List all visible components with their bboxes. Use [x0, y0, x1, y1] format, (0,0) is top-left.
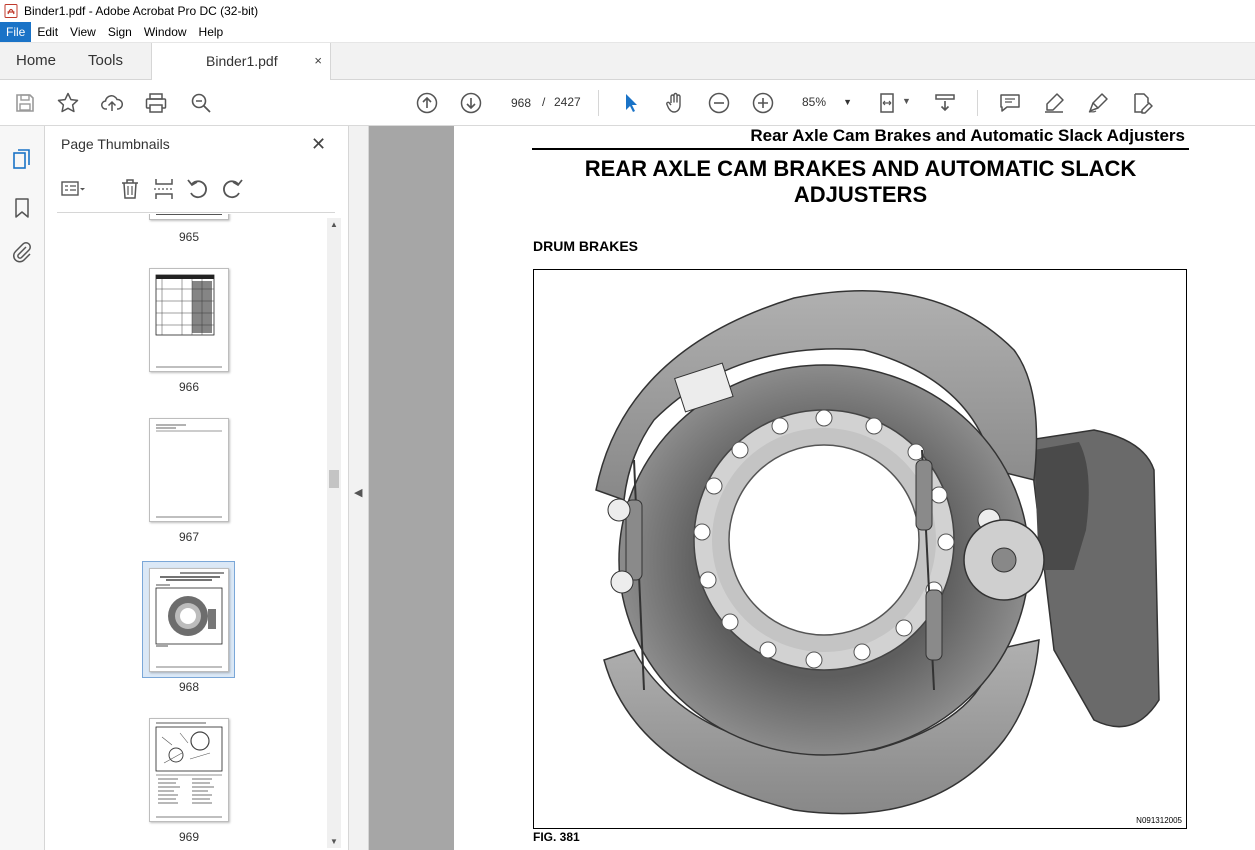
next-page-icon[interactable] [458, 90, 484, 116]
menu-window[interactable]: Window [138, 22, 193, 42]
pdf-page: Rear Axle Cam Brakes and Automatic Slack… [454, 126, 1255, 850]
menu-edit[interactable]: Edit [31, 22, 64, 42]
thumbnail-label: 969 [178, 830, 200, 844]
thumbnail-label: 967 [178, 530, 200, 544]
thumbnail-page[interactable] [149, 268, 229, 372]
bookmark-icon[interactable] [10, 196, 34, 220]
menu-file[interactable]: File [0, 22, 32, 42]
tab-document[interactable]: Binder1.pdf × [151, 43, 331, 80]
document-title: REAR AXLE CAM BRAKES AND AUTOMATIC SLACK… [532, 156, 1189, 208]
zoom-out-icon[interactable] [706, 90, 732, 116]
acrobat-pdf-icon [4, 4, 18, 18]
thumbnail-list: 965 966 967 968 969 [45, 214, 327, 850]
print-icon[interactable] [143, 90, 169, 116]
scroll-up-arrow-icon[interactable]: ▲ [330, 220, 338, 229]
total-pages: 2427 [554, 95, 581, 109]
thumbnail-page[interactable] [149, 418, 229, 522]
thumbnails-panel: Page Thumbnails ✕ 965 966 967 968 969 ▲ … [45, 126, 349, 850]
header-rule [532, 148, 1189, 150]
document-title-line-1: REAR AXLE CAM BRAKES AND AUTOMATIC SLACK [584, 156, 1137, 181]
panel-divider [57, 212, 335, 213]
tab-document-label: Binder1.pdf [206, 53, 278, 69]
toolbar-divider [977, 90, 978, 116]
toolbar-divider [598, 90, 599, 116]
figure-id: N091312005 [1136, 816, 1182, 825]
document-title-line-2: ADJUSTERS [793, 182, 928, 207]
section-heading: DRUM BRAKES [533, 238, 638, 254]
select-cursor-icon[interactable] [618, 90, 644, 116]
thumbnail-options-icon[interactable] [59, 176, 85, 202]
thumbnail-page-selected[interactable] [149, 568, 229, 672]
collapse-panel-arrow-icon[interactable]: ◀ [354, 486, 362, 499]
current-page-input[interactable]: 968 [503, 90, 539, 114]
thumbnail-page[interactable] [149, 718, 229, 822]
menu-view[interactable]: View [64, 22, 102, 42]
upload-cloud-icon[interactable] [99, 90, 125, 116]
menu-help[interactable]: Help [193, 22, 230, 42]
save-icon[interactable] [12, 90, 38, 116]
window-title: Binder1.pdf - Adobe Acrobat Pro DC (32-b… [24, 4, 259, 18]
scroll-mode-icon[interactable] [932, 90, 958, 116]
acrobat-window: Binder1.pdf - Adobe Acrobat Pro DC (32-b… [0, 0, 1255, 850]
star-icon[interactable] [55, 90, 81, 116]
menu-bar: File Edit View Sign Window Help [0, 22, 1255, 43]
attachment-paperclip-icon[interactable] [10, 240, 34, 264]
figure-drum-brake: N091312005 [533, 269, 1187, 829]
document-view[interactable]: Rear Axle Cam Brakes and Automatic Slack… [369, 126, 1255, 850]
chevron-down-icon[interactable]: ▼ [902, 96, 911, 106]
search-zoom-icon[interactable] [188, 90, 214, 116]
page-thumbnails-icon[interactable] [10, 148, 34, 172]
thumbnail-tools [57, 174, 337, 204]
previous-page-icon[interactable] [414, 90, 440, 116]
panel-title: Page Thumbnails [61, 136, 170, 152]
zoom-select[interactable]: 85% ▼ [796, 90, 856, 114]
rotate-clockwise-icon[interactable] [219, 176, 245, 202]
title-bar: Binder1.pdf - Adobe Acrobat Pro DC (32-b… [0, 0, 1255, 22]
zoom-in-icon[interactable] [750, 90, 776, 116]
rotate-counterclockwise-icon[interactable] [185, 176, 211, 202]
page-fit-icon[interactable] [876, 90, 902, 116]
menu-sign[interactable]: Sign [102, 22, 138, 42]
insert-page-icon[interactable] [151, 176, 177, 202]
comment-icon[interactable] [997, 90, 1023, 116]
close-panel-icon[interactable]: ✕ [311, 135, 326, 153]
tab-home[interactable]: Home [16, 43, 56, 79]
thumbnail-scrollbar[interactable]: ▲ ▼ [327, 218, 341, 848]
running-header: Rear Axle Cam Brakes and Automatic Slack… [750, 126, 1185, 145]
figure-caption: FIG. 381 [533, 830, 580, 844]
thumbnail-label: 966 [178, 380, 200, 394]
left-rail [0, 126, 45, 850]
edit-pdf-icon[interactable] [1129, 90, 1155, 116]
sign-pen-icon[interactable] [1085, 90, 1111, 116]
trash-icon[interactable] [117, 176, 143, 202]
panel-collapse-strip[interactable]: ◀ [349, 126, 369, 850]
drum-brake-illustration [595, 290, 1160, 815]
thumbnail-page[interactable] [149, 214, 229, 220]
scroll-down-arrow-icon[interactable]: ▼ [330, 837, 338, 846]
zoom-value: 85% [802, 95, 827, 109]
tab-bar: Home Tools Binder1.pdf × [0, 43, 1255, 80]
thumbnail-label: 965 [178, 230, 200, 244]
scrollbar-thumb[interactable] [329, 470, 339, 488]
chevron-down-icon: ▼ [843, 97, 852, 107]
page-separator: / [542, 95, 546, 109]
hand-tool-icon[interactable] [662, 90, 688, 116]
close-tab-icon[interactable]: × [314, 43, 322, 79]
tab-tools[interactable]: Tools [88, 43, 123, 79]
thumbnail-label: 968 [178, 680, 200, 694]
highlight-pen-icon[interactable] [1041, 90, 1067, 116]
